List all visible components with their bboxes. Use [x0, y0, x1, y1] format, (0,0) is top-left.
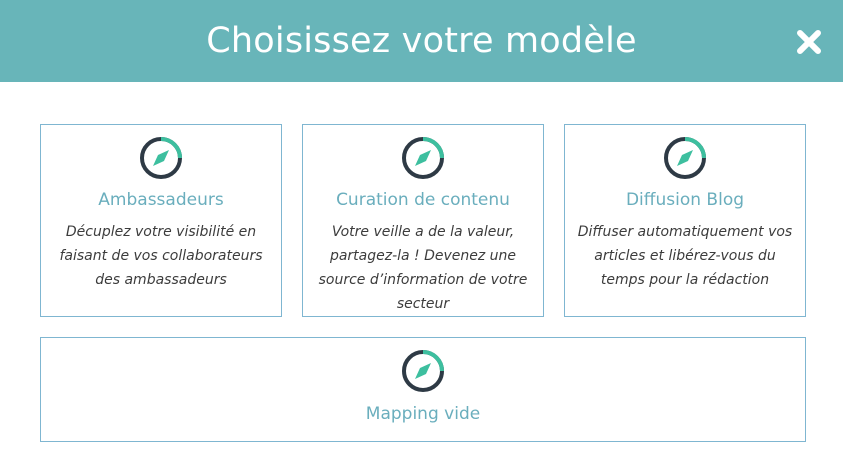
template-title: Curation de contenu — [336, 190, 510, 210]
dialog-title: Choisissez votre modèle — [206, 21, 637, 61]
template-description: Décuplez votre visibilité en faisant de … — [59, 224, 263, 288]
template-description: Votre veille a de la valeur, partagez-la… — [318, 224, 528, 312]
template-card-diffusion-blog[interactable]: Diffusion Blog Diffuser automatiquement … — [564, 124, 806, 317]
template-description: Diffuser automatiquement vos articles et… — [577, 224, 793, 288]
template-card-mapping-vide[interactable]: Mapping vide — [40, 337, 806, 442]
template-title: Diffusion Blog — [625, 190, 745, 210]
close-button[interactable] — [791, 24, 827, 60]
template-title: Mapping vide — [365, 404, 481, 424]
template-title: Ambassadeurs — [98, 190, 224, 210]
dialog-header: Choisissez votre modèle — [0, 0, 843, 82]
close-icon[interactable] — [791, 24, 827, 60]
compass-icon — [402, 137, 444, 179]
template-card-ambassadeurs[interactable]: Ambassadeurs Décuplez votre visibilité e… — [40, 124, 282, 317]
compass-icon — [402, 350, 444, 392]
compass-icon — [664, 137, 706, 179]
template-card-curation-de-contenu[interactable]: Curation de contenu Votre veille a de la… — [302, 124, 544, 317]
compass-icon — [140, 137, 182, 179]
